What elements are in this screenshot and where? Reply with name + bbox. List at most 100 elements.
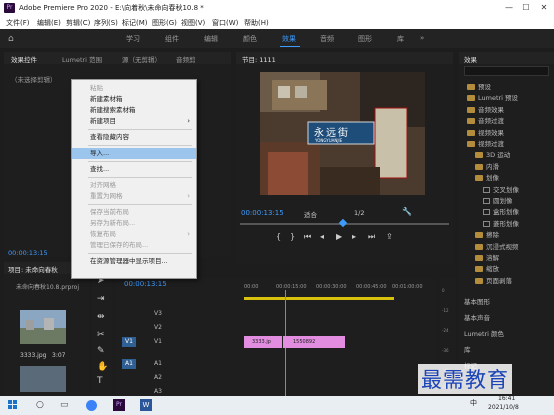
effects-tree-item[interactable]: 缩放 — [475, 264, 499, 275]
program-tab[interactable]: 节目: 1111 — [242, 54, 276, 64]
tab-effect-controls[interactable]: 效果控件 — [11, 54, 37, 64]
track-v2-label[interactable]: V2 — [154, 324, 162, 331]
menu-help[interactable]: 帮助(H) — [244, 18, 269, 28]
tab-graphics[interactable]: 图形 — [358, 34, 372, 44]
timeline-clip-1[interactable]: 3333.jp — [244, 336, 282, 348]
step-forward-icon[interactable]: ▸ — [352, 232, 356, 241]
context-menu-item[interactable]: 导入... — [72, 148, 196, 159]
context-menu-item[interactable]: 查看隐藏内容 — [72, 132, 196, 143]
source-patch-a1[interactable]: A1 — [122, 359, 136, 369]
zoom-fit-dropdown[interactable]: 适合 — [304, 209, 317, 219]
step-back-icon[interactable]: ◂ — [320, 232, 324, 241]
clip-thumbnail-2[interactable] — [20, 366, 66, 392]
context-menu-item[interactable]: 重置为网格 › — [72, 191, 196, 202]
source-patch-v1[interactable]: V1 — [122, 337, 136, 347]
tab-learn[interactable]: 学习 — [126, 34, 140, 44]
clock-date[interactable]: 2021/10/8 — [488, 404, 519, 411]
track-a3-label[interactable]: A3 — [154, 388, 162, 395]
razor-tool-icon[interactable]: ✂ — [97, 330, 105, 340]
program-playhead[interactable] — [338, 218, 348, 228]
effects-tree-item[interactable]: 音频过渡 — [467, 116, 504, 127]
tab-libraries[interactable]: 库 — [397, 34, 404, 44]
effects-search-input[interactable] — [464, 66, 549, 76]
effects-tree-item[interactable]: 预设 — [467, 82, 491, 93]
menu-graphics[interactable]: 图形(G) — [152, 18, 177, 28]
minimize-button[interactable]: — — [502, 2, 516, 14]
file-explorer-icon[interactable]: ▭ — [60, 400, 69, 410]
context-menu-item[interactable]: 新建项目 › — [72, 116, 196, 127]
context-menu-item[interactable]: 恢复布局 › — [72, 229, 196, 240]
context-menu-item[interactable]: 在资源管理器中显示项目... — [72, 256, 196, 267]
context-menu-item[interactable]: 粘贴 — [72, 83, 196, 94]
program-timecode[interactable]: 00:00:13:15 — [241, 209, 284, 217]
context-menu-item[interactable]: 另存为新布局... — [72, 218, 196, 229]
track-a2-label[interactable]: A2 — [154, 374, 162, 381]
tab-lumetri-scopes[interactable]: Lumetri 范围 — [62, 54, 102, 64]
premiere-taskbar-icon[interactable]: Pr — [113, 399, 125, 411]
lumetri-color-tab[interactable]: Lumetri 颜色 — [464, 328, 504, 338]
pen-tool-icon[interactable]: ✎ — [97, 346, 105, 356]
hand-tool-icon[interactable]: ✋ — [97, 362, 108, 372]
effects-tree-item[interactable]: 盒形划像 — [483, 207, 519, 218]
settings-wrench-icon[interactable]: 🔧 — [402, 207, 412, 216]
timeline-clip-2[interactable]: 1550892 — [283, 336, 345, 348]
effects-tree-item[interactable]: 内滑 — [475, 162, 499, 173]
context-menu-item[interactable]: 对齐网格 — [72, 180, 196, 191]
menu-window[interactable]: 窗口(W) — [212, 18, 238, 28]
menu-file[interactable]: 文件(F) — [6, 18, 30, 28]
go-to-in-icon[interactable]: ⏮ — [304, 232, 311, 242]
essential-graphics-tab[interactable]: 基本图形 — [464, 296, 490, 306]
tab-color[interactable]: 颜色 — [243, 34, 257, 44]
tab-editing[interactable]: 编辑 — [204, 34, 218, 44]
work-area-bar[interactable] — [244, 297, 394, 300]
effects-tree-item[interactable]: Lumetri 预设 — [467, 93, 518, 104]
effects-tree-item[interactable]: 视频效果 — [467, 128, 504, 139]
menu-clip[interactable]: 剪辑(C) — [66, 18, 90, 28]
effects-tree-item[interactable]: 3D 运动 — [475, 150, 510, 161]
effects-tree-item[interactable]: 圆划像 — [483, 196, 513, 207]
tab-effects[interactable]: 效果 — [282, 34, 296, 44]
word-taskbar-icon[interactable]: W — [140, 399, 152, 411]
effects-tree-item[interactable]: 视频过渡 — [467, 139, 504, 150]
tab-audio-clip[interactable]: 音频剪 — [176, 54, 196, 64]
menu-edit[interactable]: 编辑(E) — [37, 18, 61, 28]
clock-time[interactable]: 16:41 — [498, 395, 515, 402]
effects-tree-item[interactable]: 菱形划像 — [483, 219, 519, 230]
effects-tree-item[interactable]: 音频效果 — [467, 105, 504, 116]
clip-thumbnail[interactable] — [20, 310, 66, 344]
essential-sound-tab[interactable]: 基本声音 — [464, 312, 490, 322]
lift-icon[interactable]: ⇪ — [386, 232, 393, 241]
mark-out-icon[interactable]: } — [290, 232, 295, 241]
track-v3-label[interactable]: V3 — [154, 310, 162, 317]
context-menu-item[interactable]: 新建素材箱 — [72, 94, 196, 105]
context-menu-item[interactable]: 新建搜索素材箱 — [72, 105, 196, 116]
tab-audio[interactable]: 音频 — [320, 34, 334, 44]
effects-tree-item[interactable]: 溶解 — [475, 253, 499, 264]
close-button[interactable]: ✕ — [537, 2, 551, 14]
resolution-dropdown[interactable]: 1/2 — [354, 209, 364, 217]
effects-tree-item[interactable]: 交叉划像 — [483, 185, 519, 196]
effects-tree-item[interactable]: 沉浸式视频 — [475, 242, 519, 253]
context-menu-item[interactable]: 保存当前布局 — [72, 207, 196, 218]
context-menu-item[interactable]: 管理已保存的布局... — [72, 240, 196, 251]
libraries-tab[interactable]: 库 — [464, 344, 471, 354]
project-tab[interactable]: 项目: 未命向春秋 — [8, 264, 58, 274]
search-icon[interactable]: ○ — [36, 400, 44, 410]
context-menu-item[interactable]: 查找... — [72, 164, 196, 175]
ime-indicator[interactable]: 中 — [470, 398, 477, 408]
play-icon[interactable]: ▶ — [336, 232, 342, 241]
track-select-tool-icon[interactable]: ⇥ — [97, 294, 105, 304]
type-tool-icon[interactable]: T — [97, 376, 103, 386]
track-a1-label[interactable]: A1 — [154, 360, 162, 367]
effects-tree-item[interactable]: 擦除 — [475, 230, 499, 241]
mark-in-icon[interactable]: { — [276, 232, 281, 241]
effects-tree-item[interactable]: 页面剥落 — [475, 276, 512, 287]
home-icon[interactable]: ⌂ — [8, 34, 14, 44]
tab-source[interactable]: 源（无剪辑） — [122, 54, 161, 64]
effects-tree-item[interactable]: 划像 — [475, 173, 499, 184]
menu-sequence[interactable]: 序列(S) — [94, 18, 118, 28]
windows-start-icon[interactable] — [8, 400, 18, 410]
source-timecode[interactable]: 00:00:13:15 — [8, 249, 48, 257]
track-v1-label[interactable]: V1 — [154, 338, 162, 345]
workspace-more-button[interactable]: » — [420, 34, 424, 42]
